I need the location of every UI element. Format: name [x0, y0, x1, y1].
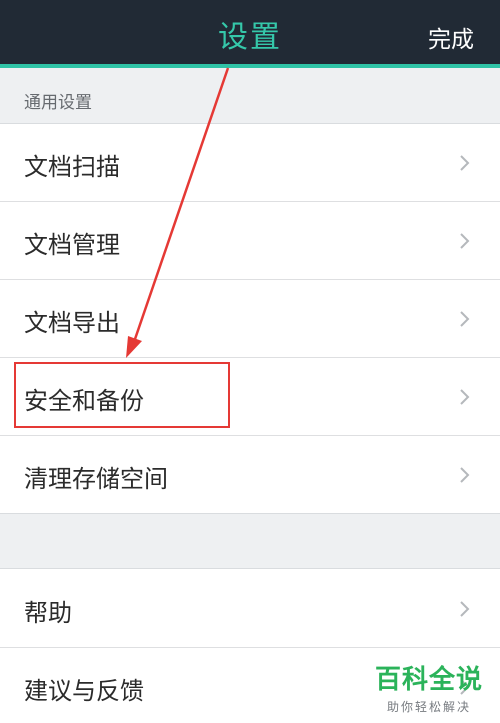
watermark: 百科全说 助你轻松解决: [368, 659, 490, 715]
top-bar: 设置 完成: [0, 0, 500, 64]
section-header: 通用设置: [0, 68, 500, 124]
chevron-right-icon: [460, 601, 470, 617]
row-label: 帮助: [24, 599, 72, 627]
row-label: 安全和备份: [24, 387, 144, 415]
row-label: 文档导出: [24, 309, 120, 337]
chevron-right-icon: [460, 467, 470, 483]
row-document-scan[interactable]: 文档扫描: [0, 124, 500, 202]
row-document-management[interactable]: 文档管理: [0, 202, 500, 280]
settings-screen: 设置 完成 通用设置 文档扫描 文档管理 文档导出 安全和备份 清理存储空间 帮…: [0, 0, 500, 723]
section-header-label: 通用设置: [24, 93, 92, 113]
row-clean-storage[interactable]: 清理存储空间: [0, 436, 500, 514]
row-label: 建议与反馈: [24, 677, 144, 705]
row-security-backup[interactable]: 安全和备份: [0, 358, 500, 436]
done-button[interactable]: 完成: [428, 20, 474, 54]
section-spacer: [0, 513, 500, 569]
watermark-tagline: 助你轻松解决: [386, 700, 471, 714]
row-help[interactable]: 帮助: [0, 570, 500, 648]
row-label: 文档扫描: [24, 153, 120, 181]
row-document-export[interactable]: 文档导出: [0, 280, 500, 358]
page-title: 设置: [218, 20, 282, 55]
row-label: 清理存储空间: [24, 465, 168, 493]
row-label: 文档管理: [24, 231, 120, 259]
chevron-right-icon: [460, 311, 470, 327]
chevron-right-icon: [460, 389, 470, 405]
chevron-right-icon: [460, 233, 470, 249]
watermark-logo: 百科全说: [374, 665, 483, 695]
chevron-right-icon: [460, 155, 470, 171]
